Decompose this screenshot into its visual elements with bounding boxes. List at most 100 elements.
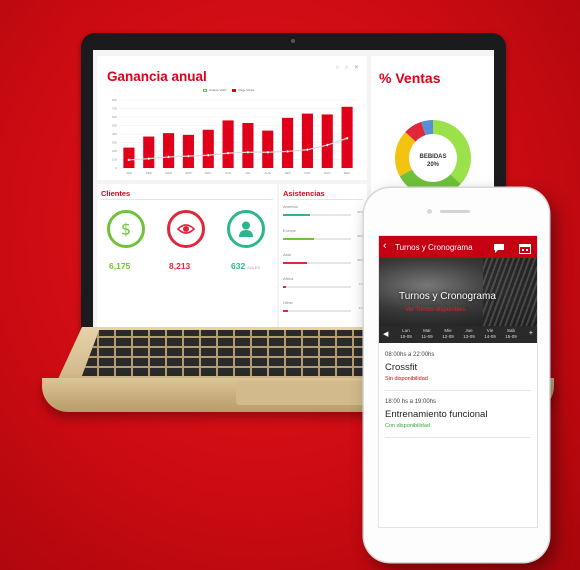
line-point [226,151,230,155]
donut-center-label: BEBIDAS 20% [385,153,481,169]
x-tick-label: SEP [285,171,291,175]
ventas-title: % Ventas [379,70,441,86]
asistencia-progress-fill [283,238,314,240]
calendar-icon[interactable] [519,241,531,259]
window-controls-icon[interactable]: ○ ○ ✕ [335,64,361,71]
clientes-panel: Clientes $ 6,175 8,213 632 SALES [97,184,277,336]
asistencia-label: Other [283,300,294,305]
phone: ‹ Turnos y Cronograma Turnos y Cronogram… [364,188,549,562]
class-name[interactable]: Crossfit [385,362,417,373]
revenue-panel: Ganancia anual ○ ○ ✕ Unique Visits Page … [97,56,367,180]
y-tick-label: 700 [112,107,117,111]
line-point [246,150,250,154]
line-point [325,143,329,147]
x-tick-label: FEB [146,171,152,175]
donut-center-name: BEBIDAS [419,154,447,160]
asistencia-label: America [283,204,298,209]
asistencia-progress-bar [283,286,351,288]
x-tick-label: MAY [205,171,211,175]
clientes-title: Clientes [101,189,131,198]
bar [202,129,214,168]
class-divider [385,437,531,438]
class-status: Sin disponibilidad [385,376,428,382]
day-tab[interactable]: Jue 13-09 [460,328,478,340]
x-tick-label: JUL [245,171,251,175]
y-tick-label: 100 [112,158,117,162]
next-week-arrow-icon[interactable]: + [529,330,533,337]
asistencia-label: Africa [283,276,294,281]
revenue-legend: Unique Visits Page Views [203,88,254,92]
y-tick-label: 200 [112,149,117,153]
legend-page-views: Page Views [232,88,254,92]
x-tick-label: OCT [304,171,311,175]
day-tab[interactable]: Vie 14-09 [481,328,499,340]
class-name[interactable]: Entrenamiento funcional [385,409,487,420]
y-tick-label: 400 [112,132,117,136]
day-tab[interactable]: Mar 11-09 [418,328,436,340]
asistencia-progress-bar [283,310,351,312]
svg-text:$: $ [121,220,131,239]
class-time: 18:00 hs a 19:00hs [385,399,437,405]
asistencia-row: Asia 40% [283,252,363,274]
day-date: 13-09 [463,334,475,339]
line-point [147,157,151,161]
x-tick-label: NOV [324,171,331,175]
line-point [286,150,289,153]
back-arrow-icon[interactable]: ‹ [383,241,387,252]
asistencia-label: Europe [283,228,296,233]
asistencia-row: Other 4% [283,300,363,322]
class-status: Con disponibilidad [385,423,430,429]
dollar-icon: $ [107,210,145,248]
phone-screen: ‹ Turnos y Cronograma Turnos y Cronogram… [378,235,538,528]
asistencia-row: America 40% [283,204,363,226]
x-tick-label: MAR [165,171,173,175]
line-point [266,150,270,154]
chat-icon[interactable] [493,241,505,259]
hero-subtitle[interactable]: Ver Turnos disponibles [405,307,466,313]
class-time: 08:00hs a 22:00hs [385,352,435,358]
day-tab[interactable]: Lun 10-09 [397,328,415,340]
user-icon [227,210,265,248]
day-date: 14-09 [484,334,496,339]
stat-views-value: 8,213 [169,261,191,271]
bar [143,136,155,168]
asistencias-title: Asistencias [283,189,325,198]
app-bar-title: Turnos y Cronograma [395,243,473,252]
asistencias-divider [283,199,363,200]
clientes-divider [101,199,273,200]
x-tick-label: DEC [344,171,351,175]
asistencia-percent: 4% [358,306,363,310]
asistencia-percent: 40% [356,258,363,262]
day-selector: ◀ Lun 10-09 Mar 11-09 Mie 12-09 Jue 13-09 Vie 14-… [379,326,537,343]
bar [262,130,274,168]
day-tab[interactable]: Mie 12-09 [439,328,457,340]
prev-week-arrow-icon[interactable]: ◀ [383,330,388,338]
bar [182,134,194,168]
y-tick-label: 0 [115,166,117,170]
line-point [306,148,309,152]
hero-banner[interactable]: Turnos y Cronograma Ver Turnos disponibl… [379,258,537,326]
line-point [167,155,170,159]
series-line [128,137,348,161]
x-tick-label: JUN [225,171,231,175]
x-tick-label: APR [185,171,192,175]
y-tick-label: 500 [112,124,117,128]
asistencia-progress-bar [283,238,351,240]
day-date: 15-09 [505,334,517,339]
bar [163,133,175,168]
laptop-camera [291,39,295,43]
bar [301,113,313,168]
asistencia-progress-fill [283,286,287,288]
asistencia-row: Europe 40% [283,228,363,250]
asistencia-progress-fill [283,214,311,216]
bar [242,122,254,168]
revenue-bar-chart: 800 700 600 500 400 300 200 100 0 JAN FEB MAR APR MAY… [112,98,357,175]
day-tab[interactable]: Sab 15-09 [502,328,520,340]
asistencia-label: Asia [283,252,291,257]
app-bar: ‹ Turnos y Cronograma [379,236,537,258]
asistencia-progress-bar [283,214,351,216]
day-date: 10-09 [400,334,412,339]
stat-revenue-value: 6,175 [109,261,131,271]
phone-speaker [440,210,470,213]
y-tick-label: 600 [112,115,117,119]
